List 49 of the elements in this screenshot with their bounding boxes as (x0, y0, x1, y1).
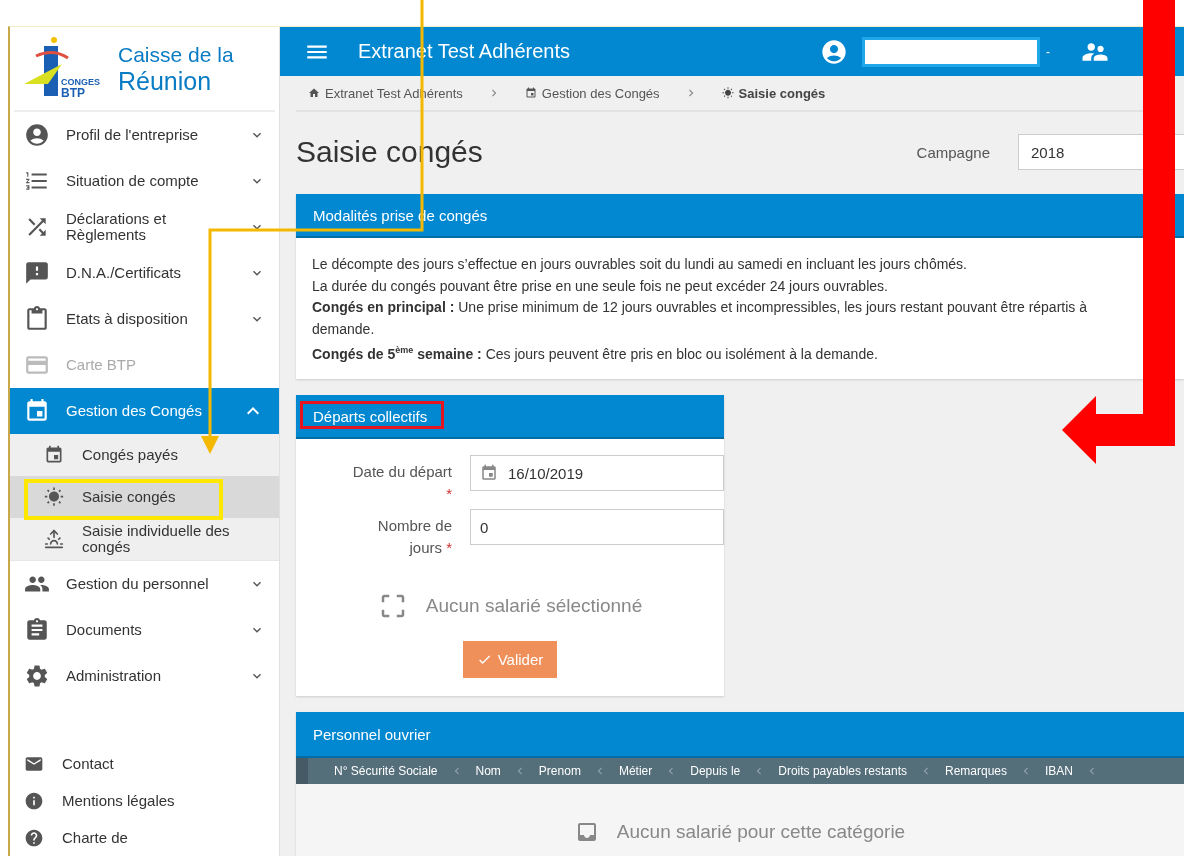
info-text: demande. (312, 319, 376, 339)
info-icon (24, 790, 44, 811)
sunrise-icon (44, 529, 64, 549)
footer-link[interactable]: Charte de (10, 819, 279, 856)
field-label: Nombre de jours * (376, 516, 452, 559)
info-text: Le décompte des jours s’effectue en jours ouvrables soit du lundi au samedi en incluant les jours chômés. (312, 255, 968, 274)
column-header[interactable]: IBAN (1045, 764, 1074, 779)
info-text: Congés en principal : Une prise minimum de 12 jours ouvrables et incompressibles, les jours restant pouvant être répartis à (312, 298, 1088, 317)
help-icon (24, 827, 44, 848)
account-icon (24, 122, 50, 148)
settings-icon (24, 663, 50, 689)
sun-icon (44, 487, 64, 507)
column-header[interactable]: Remarques (945, 764, 1008, 779)
empty-message: Aucun salarié sélectionné (425, 595, 643, 618)
empty-message: Aucun salarié pour cette catégorie (616, 821, 906, 844)
calendar-icon (24, 398, 50, 424)
column-header[interactable]: Droits payables restants (778, 764, 907, 779)
user-suffix: - (1046, 44, 1050, 59)
calendar-icon (44, 445, 64, 465)
field-label: Date du départ * (351, 462, 452, 505)
input-field[interactable]: 16/10/2019 (470, 455, 724, 492)
sidebar-subitem[interactable]: Saisie individuelle des congés (10, 518, 279, 560)
document-icon (24, 617, 50, 643)
account-icon[interactable] (820, 37, 848, 66)
calendar-icon (480, 464, 498, 483)
column-header[interactable]: Nom (475, 764, 501, 779)
info-text: Congés de 5$^{ème}$ semaine : Ces jours peuvent être pris en bloc ou isolément à la demande. (312, 344, 879, 364)
column-header[interactable]: Depuis le (690, 764, 741, 779)
card-header: Personnel ouvrier (296, 712, 1184, 759)
card-header: Départs collectifs (296, 395, 724, 440)
calendar-icon (524, 87, 537, 99)
sun-icon (721, 87, 734, 99)
breadcrumb-link[interactable]: Gestion des Congés (524, 85, 660, 101)
input-field[interactable]: 0 (470, 509, 724, 546)
info-text: La durée du congés pouvant être prise en une seule fois ne peut excéder 24 jours ouvrables. (312, 276, 889, 296)
message-icon (24, 260, 50, 286)
column-header[interactable]: Prenom (538, 764, 581, 779)
sidebar-item[interactable]: Gestion des Congés (10, 388, 279, 434)
footer-link[interactable]: Mentions légales (10, 782, 279, 819)
column-header[interactable]: N° Sécurité Sociale (334, 764, 438, 779)
breadcrumb-link[interactable]: Saisie congés (721, 85, 826, 101)
column-header[interactable]: Métier (618, 764, 653, 779)
brand-name: Caisse de la (118, 42, 234, 67)
campaign-label: Campagne (916, 143, 990, 161)
sidebar-subitem[interactable]: Congés payés (10, 434, 279, 476)
clipboard-icon (24, 306, 50, 332)
brand-name: Réunion (118, 66, 213, 95)
footer-link[interactable]: Contact (10, 745, 279, 782)
home-icon (308, 87, 320, 99)
